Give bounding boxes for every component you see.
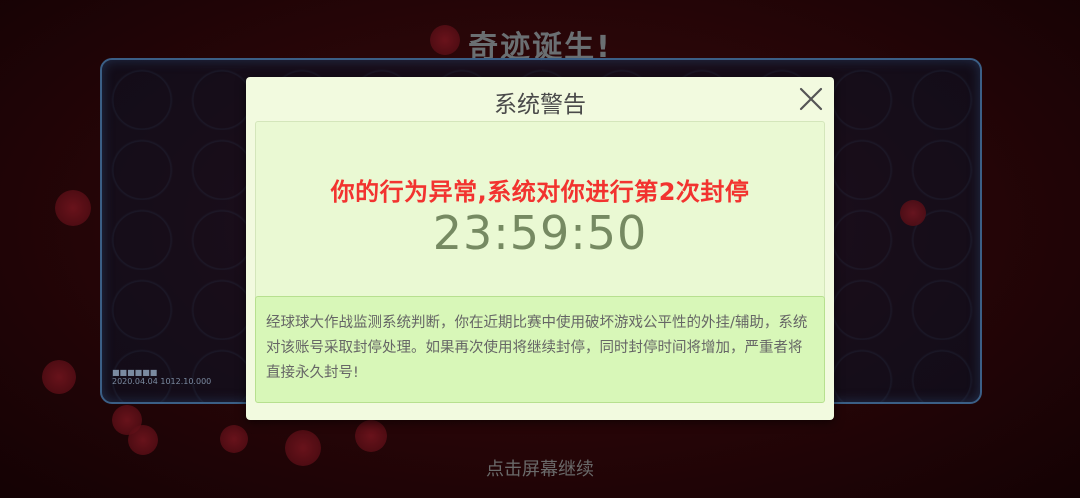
dialog-title: 系统警告	[494, 92, 586, 118]
virus-blob	[220, 425, 248, 453]
virus-blob	[355, 420, 387, 452]
close-button[interactable]	[795, 83, 827, 115]
virus-blob	[900, 200, 926, 226]
ban-warning-text: 你的行为异常,系统对你进行第2次封停	[330, 178, 750, 206]
background-stats: ■■■■■■ 2020.04.04 1012.10.000	[112, 368, 211, 386]
ban-description: 经球球大作战监测系统判断，你在近期比赛中使用破坏游戏公平性的外挂/辅助，系统对该…	[266, 315, 808, 381]
virus-blob	[430, 25, 460, 55]
virus-blob	[55, 190, 91, 226]
description-panel: 经球球大作战监测系统判断，你在近期比赛中使用破坏游戏公平性的外挂/辅助，系统对该…	[255, 296, 825, 403]
virus-blob	[128, 425, 158, 455]
system-warning-dialog: 系统警告 你的行为异常,系统对你进行第2次封停 23:59:50 经球球大作战监…	[246, 77, 834, 420]
stats-line: ■■■■■■	[112, 368, 158, 377]
virus-blob	[42, 360, 76, 394]
tap-to-continue-hint[interactable]: 点击屏幕继续	[0, 455, 1080, 481]
close-icon	[799, 87, 823, 111]
ban-countdown: 23:59:50	[432, 206, 648, 260]
stats-line: 2020.04.04 1012.10.000	[112, 377, 212, 386]
